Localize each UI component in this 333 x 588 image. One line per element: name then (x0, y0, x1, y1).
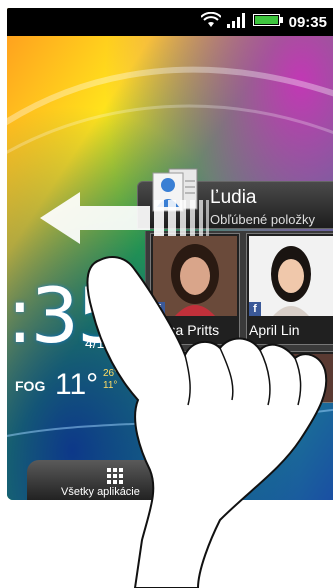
status-time: 09:35 (288, 13, 327, 31)
status-bar: 09:35 (7, 8, 333, 36)
battery-icon (252, 13, 283, 32)
people-widget-subtitle: Obľúbené položky (210, 212, 315, 227)
weather-condition: FOG (15, 378, 46, 394)
wifi-icon (199, 11, 222, 33)
hand-pointer-icon (86, 256, 328, 588)
swipe-left-arrow-icon (40, 192, 209, 244)
signal-icon (226, 12, 247, 33)
